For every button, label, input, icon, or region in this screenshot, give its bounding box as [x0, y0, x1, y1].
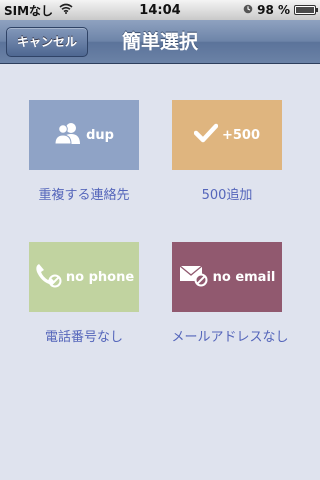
no-phone-caption[interactable]: 電話番号なし: [4, 326, 164, 345]
add-500-caption[interactable]: 500追加: [147, 184, 307, 203]
no-email-caption[interactable]: メールアドレスなし: [150, 326, 310, 345]
status-right: 98 %: [243, 3, 318, 17]
add-500-tile[interactable]: +500: [172, 100, 282, 170]
tile-label: no phone: [65, 269, 135, 285]
battery-icon: [294, 5, 318, 15]
duplicate-contacts-tile[interactable]: dup: [29, 100, 139, 170]
clock-lock-icon: [243, 3, 253, 17]
phone-prohibited-icon: [34, 262, 62, 292]
battery-fill: [296, 7, 314, 13]
tile-label: +500: [221, 127, 261, 143]
no-email-tile[interactable]: no email: [172, 242, 282, 312]
mail-prohibited-icon: [179, 263, 209, 291]
people-icon: [54, 121, 82, 149]
navigation-bar: 簡単選択 キャンセル: [0, 20, 320, 64]
status-bar: SIMなし 14:04 98 %: [0, 0, 320, 20]
checkmark-icon: [193, 123, 219, 147]
tile-label: dup: [86, 127, 114, 143]
cancel-button[interactable]: キャンセル: [6, 27, 89, 57]
duplicate-contacts-caption[interactable]: 重複する連絡先: [4, 184, 164, 203]
tile-label: no email: [212, 269, 276, 285]
battery-percent: 98 %: [257, 3, 290, 17]
no-phone-tile[interactable]: no phone: [29, 242, 139, 312]
